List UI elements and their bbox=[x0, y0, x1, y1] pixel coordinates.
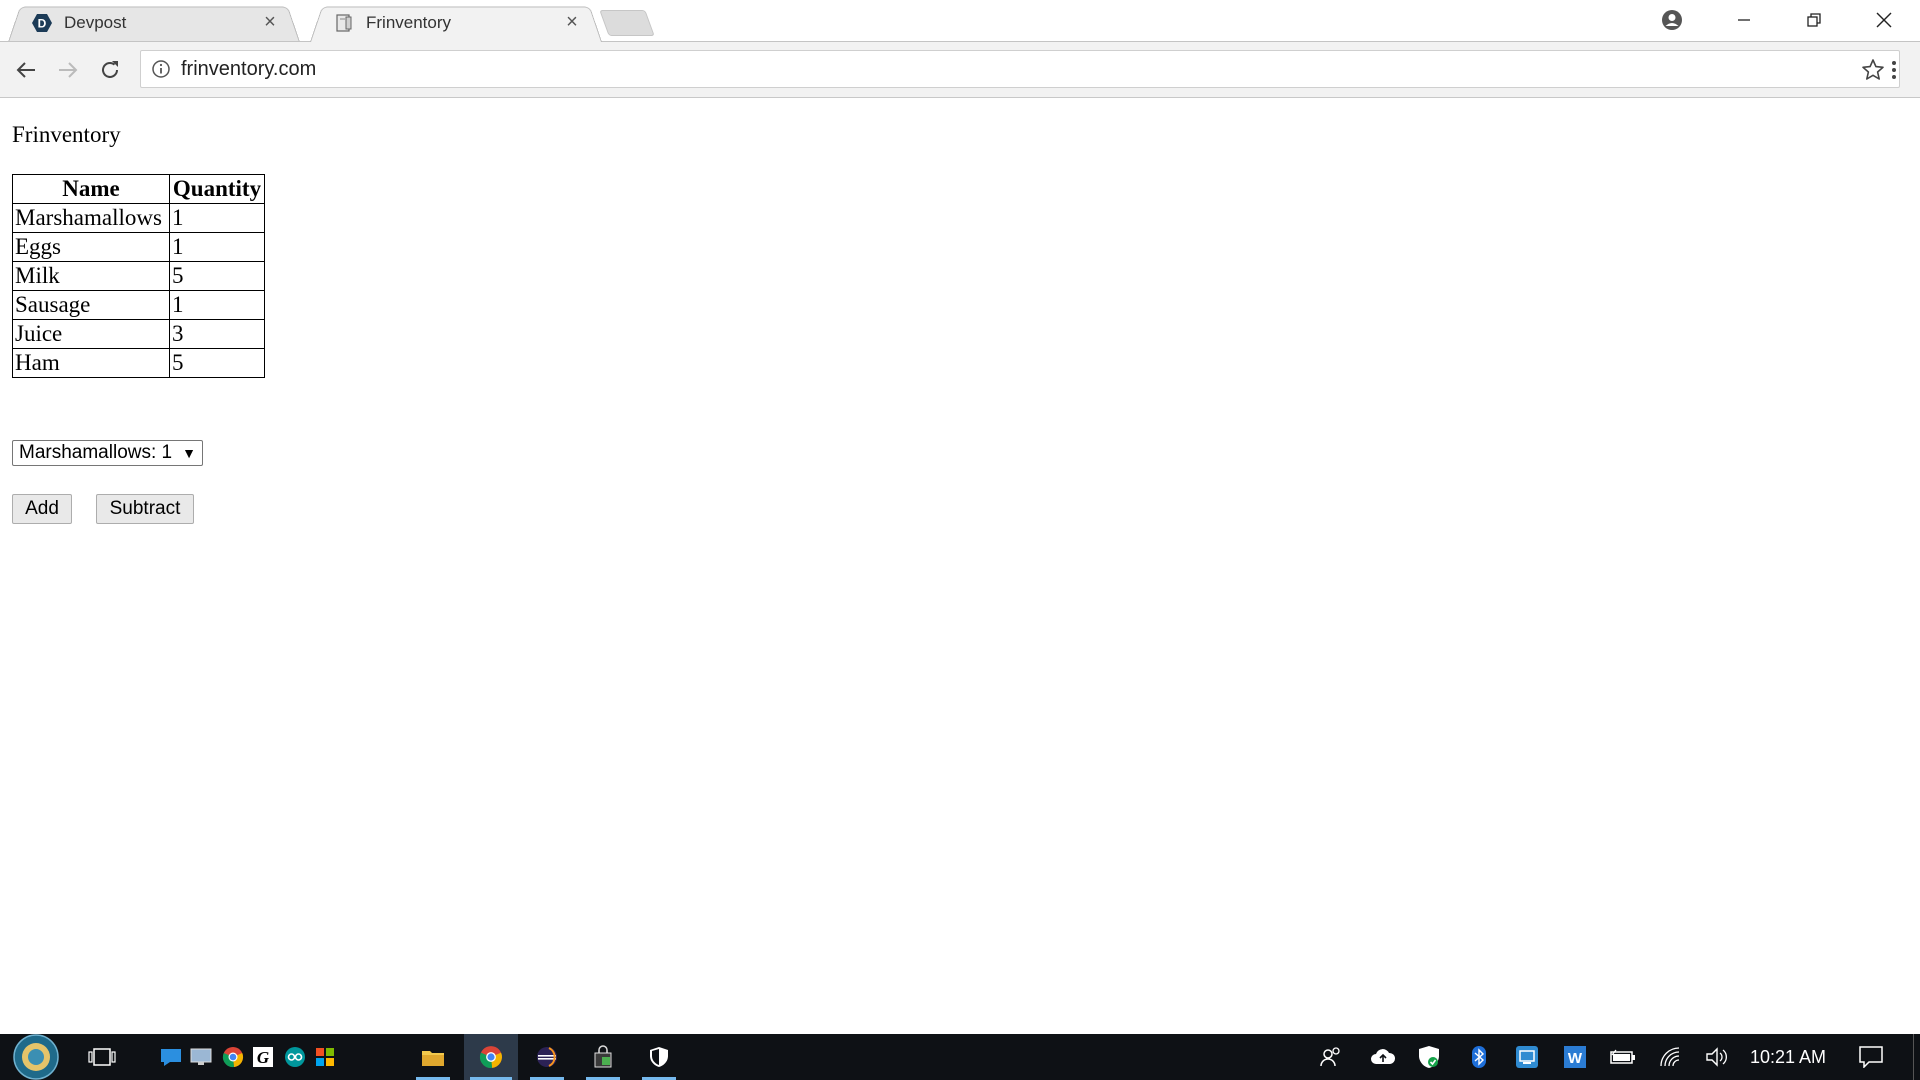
item-quantity-cell: 1 bbox=[169, 290, 265, 320]
page-content: Frinventory Name Quantity Marshamallows … bbox=[0, 98, 1920, 1034]
word-app-icon[interactable]: W bbox=[1560, 1034, 1590, 1080]
column-header-name: Name bbox=[12, 174, 170, 204]
column-header-quantity: Quantity bbox=[169, 174, 265, 204]
add-button[interactable]: Add bbox=[12, 494, 72, 524]
table-row: Juice 3 bbox=[12, 319, 265, 349]
table-row: Milk 5 bbox=[12, 261, 265, 291]
table-row: Ham 5 bbox=[12, 348, 265, 378]
windows-taskbar: G W 10:21 AM bbox=[0, 1034, 1920, 1080]
onedrive-cloud-icon[interactable] bbox=[1368, 1034, 1398, 1080]
forward-arrow-icon[interactable] bbox=[52, 54, 84, 86]
grammarly-icon[interactable]: G bbox=[248, 1034, 278, 1080]
item-name-cell: Milk bbox=[12, 261, 170, 291]
chrome-icon[interactable] bbox=[218, 1034, 248, 1080]
people-icon[interactable] bbox=[1316, 1034, 1346, 1080]
store-bag-icon[interactable] bbox=[580, 1034, 626, 1080]
bluetooth-icon[interactable] bbox=[1464, 1034, 1494, 1080]
browser-toolbar bbox=[0, 42, 1920, 98]
back-arrow-icon[interactable] bbox=[10, 54, 42, 86]
system-clock[interactable]: 10:21 AM bbox=[1740, 1034, 1836, 1080]
address-input[interactable] bbox=[179, 56, 1823, 82]
desktop-icon[interactable] bbox=[186, 1034, 216, 1080]
table-row: Eggs 1 bbox=[12, 232, 265, 262]
page-title: Frinventory bbox=[12, 122, 121, 147]
browser-menu-icon[interactable] bbox=[1878, 54, 1910, 86]
item-quantity-cell: 3 bbox=[169, 319, 265, 349]
devpost-icon: D bbox=[32, 13, 52, 33]
battery-icon[interactable] bbox=[1608, 1034, 1638, 1080]
eclipse-icon[interactable] bbox=[524, 1034, 570, 1080]
tab-frinventory[interactable]: Frinventory × bbox=[310, 3, 602, 42]
profile-icon[interactable] bbox=[1642, 0, 1702, 40]
tab-title: Frinventory bbox=[366, 12, 452, 32]
svg-text:G: G bbox=[257, 1048, 270, 1067]
item-quantity-cell: 5 bbox=[169, 261, 265, 291]
browser-tab-strip: D Devpost × Frinventory × bbox=[0, 0, 1920, 42]
svg-text:D: D bbox=[38, 16, 47, 30]
tab-title: Devpost bbox=[64, 12, 127, 32]
item-quantity-cell: 5 bbox=[169, 348, 265, 378]
restore-window-icon[interactable] bbox=[1784, 0, 1844, 40]
security-shield-icon[interactable] bbox=[636, 1034, 682, 1080]
table-row: Marshamallows 1 bbox=[12, 203, 265, 233]
inventory-table: Name Quantity Marshamallows 1 Eggs 1 Mil… bbox=[12, 174, 265, 378]
item-name-cell: Eggs bbox=[12, 232, 170, 262]
info-icon[interactable] bbox=[151, 59, 171, 79]
messaging-icon[interactable] bbox=[156, 1034, 186, 1080]
task-view-icon[interactable] bbox=[78, 1034, 126, 1080]
volume-icon[interactable] bbox=[1702, 1034, 1732, 1080]
subtract-button[interactable]: Subtract bbox=[96, 494, 194, 524]
minimize-window-icon[interactable] bbox=[1714, 0, 1774, 40]
item-name-cell: Marshamallows bbox=[12, 203, 170, 233]
close-tab-icon[interactable]: × bbox=[562, 11, 582, 33]
close-tab-icon[interactable]: × bbox=[260, 11, 280, 33]
item-name-cell: Juice bbox=[12, 319, 170, 349]
reload-icon[interactable] bbox=[94, 54, 126, 86]
page-file-icon bbox=[334, 13, 354, 33]
table-header-row: Name Quantity bbox=[12, 174, 265, 204]
defender-shield-icon[interactable] bbox=[1414, 1034, 1444, 1080]
selected-item-label: Marshamallows: 1 bbox=[19, 442, 173, 463]
svg-text:W: W bbox=[1568, 1050, 1583, 1067]
item-select-dropdown[interactable]: Marshamallows: 1 ▼ bbox=[12, 440, 203, 466]
address-bar[interactable] bbox=[140, 50, 1900, 88]
file-explorer-icon[interactable] bbox=[410, 1034, 456, 1080]
item-name-cell: Ham bbox=[12, 348, 170, 378]
new-tab-button[interactable] bbox=[599, 10, 655, 36]
app-tray-icon[interactable] bbox=[1512, 1034, 1542, 1080]
action-center-icon[interactable] bbox=[1854, 1034, 1888, 1080]
arduino-icon[interactable] bbox=[280, 1034, 310, 1080]
windows-flag-icon[interactable] bbox=[310, 1034, 340, 1080]
taskbar-chrome-icon[interactable] bbox=[464, 1034, 518, 1080]
start-button-icon[interactable] bbox=[8, 1034, 64, 1080]
close-window-icon[interactable] bbox=[1854, 0, 1914, 40]
item-quantity-cell: 1 bbox=[169, 232, 265, 262]
wifi-icon[interactable] bbox=[1656, 1034, 1686, 1080]
show-desktop-button[interactable] bbox=[1906, 1034, 1920, 1080]
tab-devpost[interactable]: D Devpost × bbox=[8, 3, 300, 42]
item-name-cell: Sausage bbox=[12, 290, 170, 320]
item-quantity-cell: 1 bbox=[169, 203, 265, 233]
table-row: Sausage 1 bbox=[12, 290, 265, 320]
dropdown-arrow-icon: ▼ bbox=[182, 445, 196, 461]
